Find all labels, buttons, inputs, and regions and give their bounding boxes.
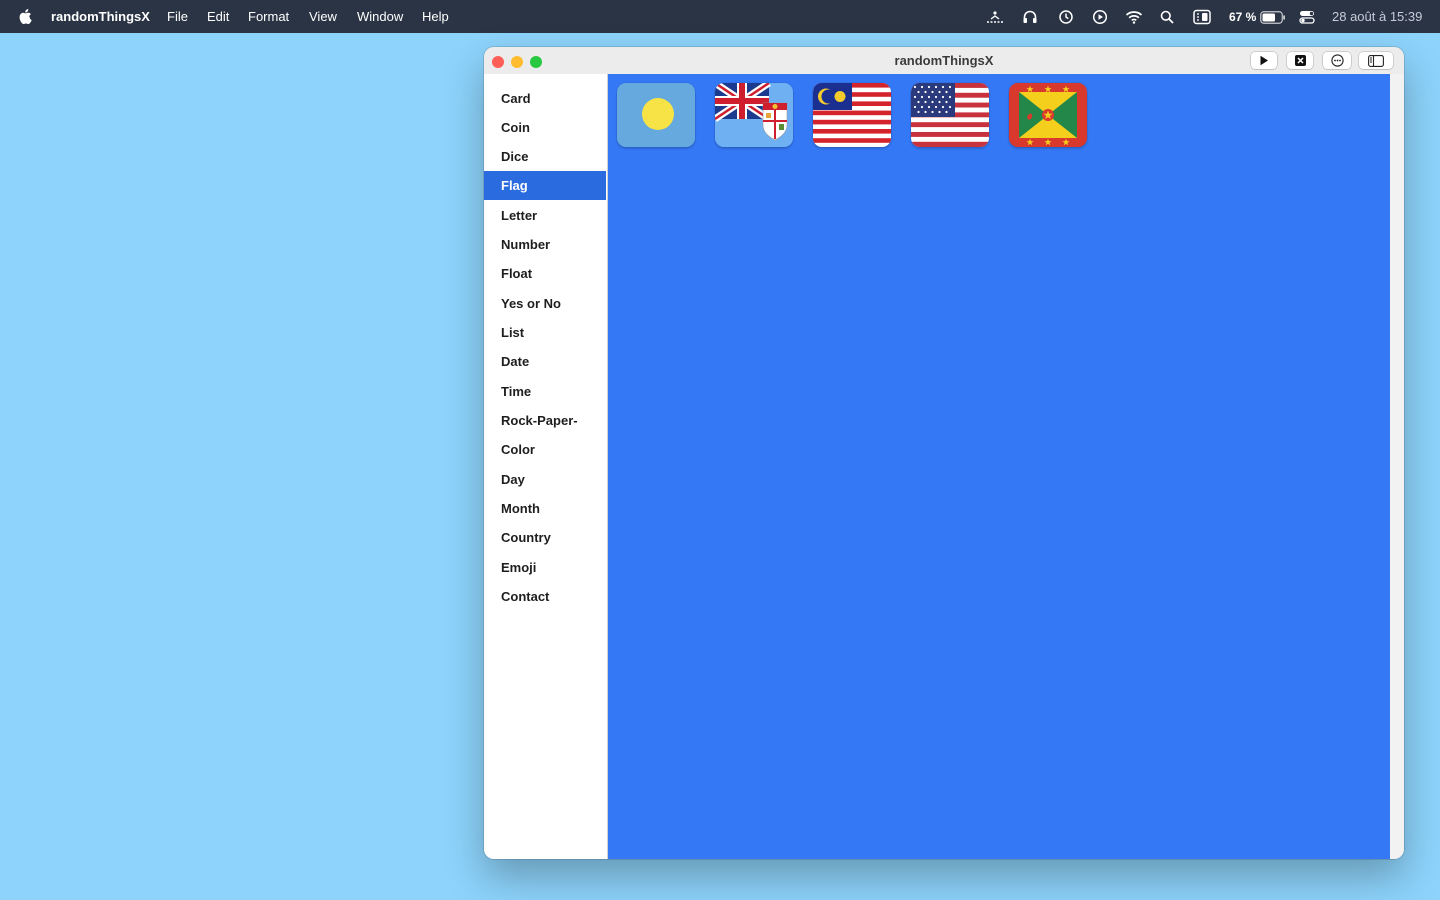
sidebar-item-label: Flag	[501, 178, 528, 193]
accessibility-icon[interactable]	[985, 8, 1005, 26]
sidebar-item-contact[interactable]: Contact	[484, 582, 606, 611]
sidebar-item-number[interactable]: Number	[484, 230, 606, 259]
xmark-square-icon	[1294, 55, 1306, 66]
sidebar-icon	[1368, 54, 1384, 67]
sidebar-item-label: Month	[501, 501, 540, 516]
run-button[interactable]	[1251, 52, 1277, 69]
apple-icon[interactable]	[18, 9, 32, 24]
sidebar-item-label: Yes or No	[501, 296, 561, 311]
app-menu[interactable]: randomThingsX	[51, 9, 150, 24]
sidebar-item-label: Coin	[501, 120, 530, 135]
sidebar-item-label: List	[501, 325, 525, 340]
flag-content-area	[608, 74, 1390, 859]
sidebar-item-label: Time	[501, 384, 532, 399]
sidebar-item-float[interactable]: Float	[484, 259, 606, 288]
ellipsis-circle-icon	[1330, 54, 1344, 67]
battery-status[interactable]: 67 %	[1229, 8, 1286, 26]
battery-icon	[1260, 10, 1286, 24]
fiji-flag-icon	[715, 83, 793, 147]
sidebar-item-card[interactable]: Card	[484, 84, 606, 113]
sidebar-item-date[interactable]: Date	[484, 347, 606, 376]
sidebar-item-coin[interactable]: Coin	[484, 113, 606, 142]
flag-card[interactable]	[813, 83, 891, 147]
headphones-icon[interactable]	[1022, 8, 1038, 26]
more-options-button[interactable]	[1323, 52, 1351, 69]
sidebar-item-emoji[interactable]: Emoji	[484, 553, 606, 582]
palau-flag-icon	[617, 83, 695, 147]
flag-card[interactable]	[1009, 83, 1087, 147]
sidebar-item-label: Day	[501, 472, 525, 487]
sidebar-item-color[interactable]: Color	[484, 435, 606, 464]
stop-button[interactable]	[1287, 52, 1313, 69]
sidebar-item-month[interactable]: Month	[484, 494, 606, 523]
sidebar-item-label: Country	[501, 530, 551, 545]
malaysia-flag-icon	[813, 83, 891, 147]
sidebar: Card Coin Dice Flag Letter Number Float …	[484, 74, 607, 859]
sidebar-item-country[interactable]: Country	[484, 523, 606, 552]
grenada-flag-icon	[1009, 83, 1087, 147]
spotlight-search-icon[interactable]	[1160, 8, 1174, 26]
usa-flag-icon	[911, 83, 989, 147]
toggle-sidebar-button[interactable]	[1359, 52, 1393, 69]
menu-format[interactable]: Format	[248, 9, 289, 24]
flag-card[interactable]	[911, 83, 989, 147]
menu-view[interactable]: View	[309, 9, 337, 24]
menu-window[interactable]: Window	[357, 9, 403, 24]
sidebar-item-dice[interactable]: Dice	[484, 142, 606, 171]
window-right-edge	[1390, 74, 1404, 859]
flag-card[interactable]	[617, 83, 695, 147]
sidebar-item-label: Float	[501, 266, 533, 281]
sidebar-item-label: Dice	[501, 149, 529, 164]
sidebar-item-label: Rock-Paper-	[501, 413, 578, 428]
menubar-clock[interactable]: 28 août à 15:39	[1332, 9, 1422, 24]
stage-manager-icon[interactable]	[1193, 8, 1211, 26]
sidebar-item-letter[interactable]: Letter	[484, 201, 606, 230]
battery-percent: 67 %	[1229, 10, 1257, 24]
control-center-icon[interactable]	[1299, 8, 1315, 26]
sidebar-item-label: Letter	[501, 208, 538, 223]
sidebar-item-flag[interactable]: Flag	[484, 171, 606, 200]
sidebar-item-label: Card	[501, 91, 531, 106]
sidebar-item-label: Emoji	[501, 560, 537, 575]
sidebar-item-label: Contact	[501, 589, 550, 604]
sidebar-item-list[interactable]: List	[484, 318, 606, 347]
menu-file[interactable]: File	[167, 9, 188, 24]
app-window: randomThingsX Card Coin Dice Flag Letter…	[484, 47, 1404, 859]
sidebar-item-time[interactable]: Time	[484, 377, 606, 406]
sidebar-item-yes-or-no[interactable]: Yes or No	[484, 289, 606, 318]
sidebar-item-day[interactable]: Day	[484, 465, 606, 494]
sidebar-item-label: Date	[501, 354, 530, 369]
sidebar-item-label: Color	[501, 442, 535, 457]
wifi-icon[interactable]	[1125, 8, 1143, 26]
now-playing-icon[interactable]	[1092, 8, 1108, 26]
time-machine-icon[interactable]	[1058, 8, 1074, 26]
sidebar-item-label: Number	[501, 237, 551, 252]
play-icon	[1260, 55, 1268, 66]
menu-edit[interactable]: Edit	[207, 9, 229, 24]
sidebar-item-rock-paper[interactable]: Rock-Paper-	[484, 406, 606, 435]
menu-help[interactable]: Help	[422, 9, 449, 24]
menu-bar: randomThingsX File Edit Format View Wind…	[0, 0, 1440, 33]
window-titlebar[interactable]: randomThingsX	[484, 47, 1404, 74]
flag-card[interactable]	[715, 83, 793, 147]
